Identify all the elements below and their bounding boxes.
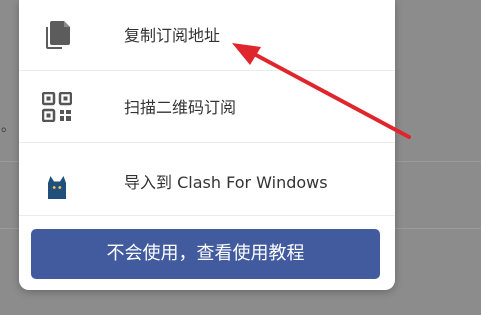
help-tutorial-button[interactable]: 不会使用，查看使用教程 [31,229,380,279]
qr-code-icon [42,92,72,122]
menu-divider [19,215,395,216]
background-text-fragment: 。 [1,119,15,135]
scan-qr-label: 扫描二维码订阅 [124,98,237,117]
copy-icon [46,21,70,49]
scan-qr-item[interactable]: 扫描二维码订阅 [19,71,395,142]
copy-subscription-item[interactable]: 复制订阅地址 [19,0,395,70]
clash-cat-icon [48,176,66,199]
subscription-popup: 复制订阅地址 扫描二维码订阅 导入到 Clash For Windows 不会使… [19,0,395,290]
copy-subscription-label: 复制订阅地址 [124,26,221,45]
import-clash-label: 导入到 Clash For Windows [124,173,328,192]
import-clash-item[interactable]: 导入到 Clash For Windows [19,143,395,215]
